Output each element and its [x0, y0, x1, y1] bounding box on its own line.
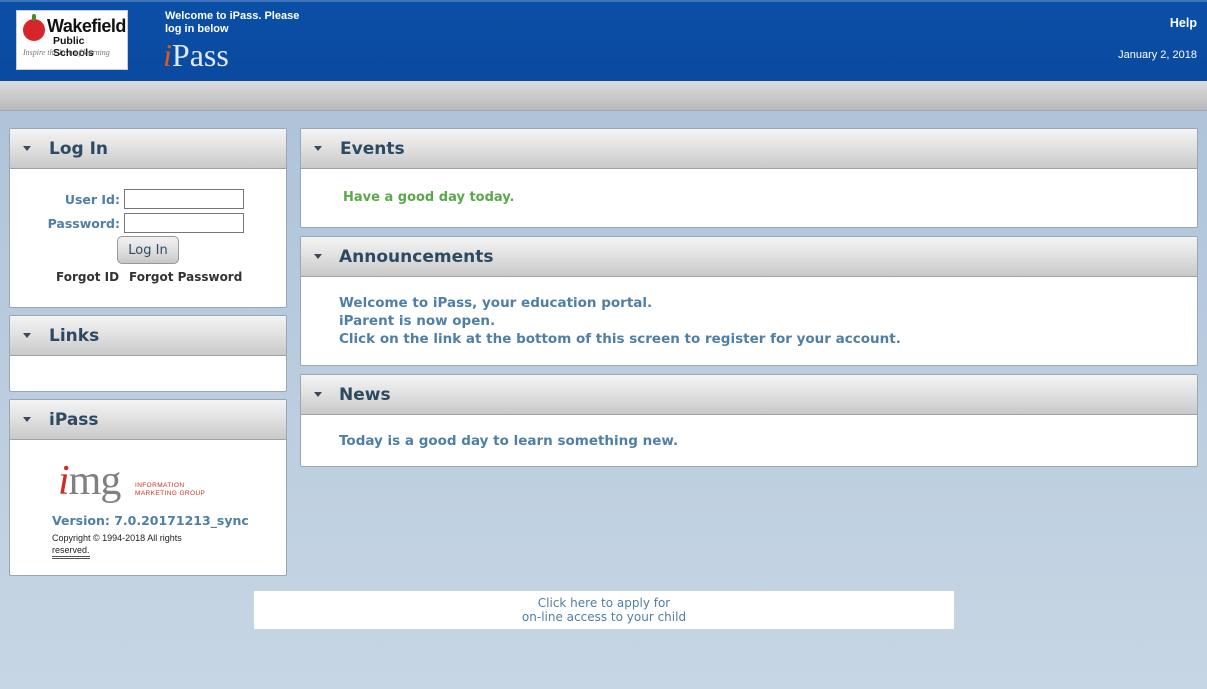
events-panel: Events Have a good day today.: [300, 128, 1198, 228]
announcements-panel-header[interactable]: Announcements: [301, 237, 1197, 277]
apply-line2: on-line access to your child: [521, 610, 687, 624]
copyright-line2: reserved.: [52, 544, 90, 559]
news-panel-header[interactable]: News: [301, 375, 1197, 415]
welcome-line1: Welcome to iPass. Please: [165, 10, 300, 22]
events-text: Have a good day today.: [343, 190, 515, 205]
events-panel-title: Events: [340, 139, 405, 159]
links-panel: Links: [9, 315, 287, 392]
brand-rest: Pass: [171, 37, 229, 73]
userid-input[interactable]: [124, 189, 244, 209]
nav-bar: [0, 81, 1207, 111]
img-logo: img: [58, 458, 122, 504]
copyright-text: Copyright © 1994-2018 All rights reserve…: [52, 532, 222, 559]
current-date: January 2, 2018: [1118, 49, 1197, 61]
img-tag-line1: INFORMATION: [135, 482, 185, 489]
ipass-panel: iPass img INFORMATION MARKETING GROUP Ve…: [9, 399, 287, 576]
collapse-caret-icon[interactable]: [314, 392, 322, 397]
ipass-panel-title: iPass: [49, 410, 99, 430]
logo-tagline: Inspire the love of learning: [23, 48, 110, 57]
news-panel-title: News: [339, 385, 391, 405]
announcement-line: Welcome to iPass, your education portal.: [339, 295, 653, 311]
img-logo-tagline: INFORMATION MARKETING GROUP: [135, 482, 205, 498]
welcome-message: Welcome to iPass. Please log in below: [165, 10, 325, 36]
announcement-line: iParent is now open.: [339, 313, 496, 329]
top-header: Wakefield Public Schools Inspire the lov…: [0, 0, 1207, 81]
announcements-panel: Announcements Welcome to iPass, your edu…: [300, 236, 1198, 366]
brand-i: i: [163, 37, 172, 73]
login-panel: Log In User Id: Password: Log In Forgot …: [9, 128, 287, 308]
forgot-password-link[interactable]: Forgot Password: [129, 270, 242, 284]
help-link[interactable]: Help: [1170, 16, 1197, 30]
ipass-brand: iPass: [163, 38, 229, 72]
collapse-caret-icon[interactable]: [314, 254, 322, 259]
announcements-panel-title: Announcements: [339, 247, 494, 267]
login-panel-title: Log In: [49, 139, 109, 159]
copyright-line1: Copyright © 1994-2018 All rights: [52, 533, 182, 543]
news-text: Today is a good day to learn something n…: [339, 433, 679, 449]
img-tag-line2: MARKETING GROUP: [135, 490, 206, 497]
userid-label: User Id:: [64, 192, 120, 207]
collapse-caret-icon[interactable]: [23, 333, 31, 338]
links-panel-header[interactable]: Links: [10, 316, 286, 356]
links-panel-title: Links: [49, 326, 100, 346]
login-panel-header[interactable]: Log In: [10, 129, 286, 169]
img-logo-rest: mg: [68, 458, 122, 504]
school-logo: Wakefield Public Schools Inspire the lov…: [16, 10, 128, 70]
login-button[interactable]: Log In: [117, 236, 179, 264]
version-text: Version: 7.0.20171213_sync: [52, 513, 249, 528]
announcement-line: Click on the link at the bottom of this …: [339, 331, 901, 347]
logo-line1: Wakefield: [47, 16, 126, 36]
collapse-caret-icon[interactable]: [23, 146, 31, 151]
collapse-caret-icon[interactable]: [23, 417, 31, 422]
apply-line1: Click here to apply for: [537, 596, 671, 610]
events-panel-header[interactable]: Events: [301, 129, 1197, 169]
news-panel: News Today is a good day to learn someth…: [300, 374, 1198, 467]
collapse-caret-icon[interactable]: [314, 146, 322, 151]
news-panel-body: Today is a good day to learn something n…: [301, 415, 1197, 450]
img-logo-i: i: [58, 458, 70, 504]
password-input[interactable]: [124, 213, 244, 233]
forgot-id-link[interactable]: Forgot ID: [56, 270, 119, 284]
apply-access-link[interactable]: Click here to apply for on-line access t…: [254, 591, 954, 629]
apple-icon: [23, 14, 45, 41]
password-label: Password:: [47, 216, 120, 231]
welcome-line2: log in below: [165, 23, 229, 35]
announcements-panel-body: Welcome to iPass, your education portal.…: [301, 277, 1197, 348]
ipass-panel-header[interactable]: iPass: [10, 400, 286, 440]
